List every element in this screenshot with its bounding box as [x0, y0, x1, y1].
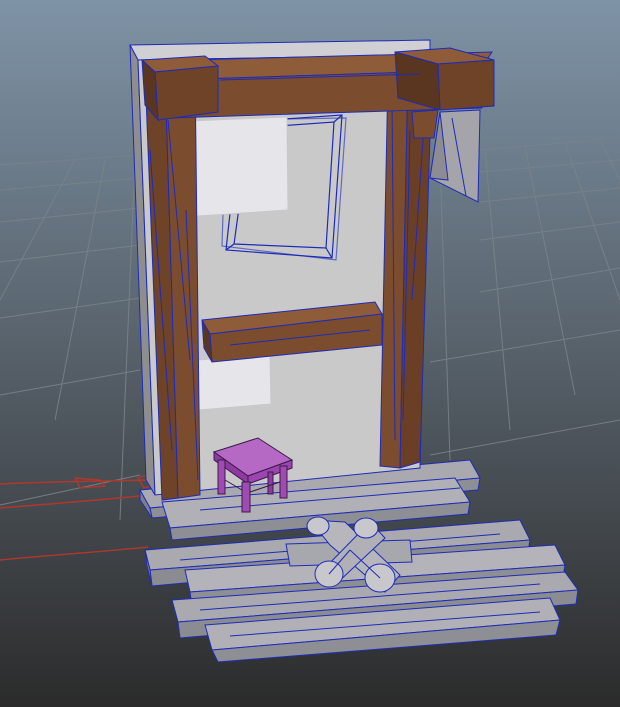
3d-viewport[interactable] — [0, 0, 620, 707]
viewport-scene[interactable] — [0, 0, 620, 707]
paper-poster-bottom[interactable] — [196, 354, 272, 411]
top-beam[interactable] — [140, 47, 495, 122]
beam-bracket[interactable] — [411, 109, 439, 139]
